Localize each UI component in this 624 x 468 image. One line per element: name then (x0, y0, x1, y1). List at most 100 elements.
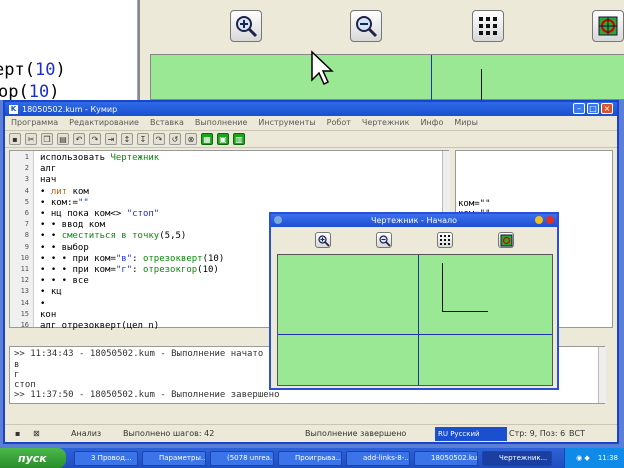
code-line[interactable]: • кц (40, 287, 62, 297)
code-token: : (132, 265, 143, 275)
output-line: стоп (14, 380, 36, 390)
taskbar-item[interactable]: 18050502.kum (414, 451, 478, 466)
grid-button[interactable] (472, 10, 504, 42)
line-number: 7 (24, 220, 29, 229)
line-number: 11 (20, 265, 29, 273)
line-number: 12 (20, 276, 29, 285)
code-line[interactable]: • лит ком (40, 187, 89, 197)
status-mode: Анализ (71, 429, 102, 438)
background-drawing-canvas[interactable] (150, 54, 624, 101)
language-label: RU Русский (438, 430, 480, 438)
step-into-icon[interactable]: ↧ (137, 133, 149, 145)
indent-icon[interactable]: ⇥ (105, 133, 117, 145)
code-token: • ком:= (40, 197, 78, 208)
menu-robot[interactable]: Робот (327, 118, 351, 127)
step-over-icon[interactable]: ↷ (153, 133, 165, 145)
drawer-canvas[interactable] (277, 254, 553, 386)
drawer-fit-view-button[interactable] (498, 232, 514, 248)
minimize-button[interactable]: – (573, 103, 585, 114)
code-line[interactable]: алг (40, 164, 56, 174)
code-token: • • • при ком= (40, 253, 116, 264)
menu-worlds[interactable]: Миры (454, 118, 478, 127)
menu-run[interactable]: Выполнение (195, 118, 248, 127)
taskbar-item[interactable]: 3 Провод... (74, 451, 138, 466)
code-line[interactable]: нач (40, 175, 56, 185)
line-number: 15 (20, 309, 29, 318)
close-status-icon[interactable]: ⊠ (33, 429, 40, 438)
taskbar-item[interactable]: (5078 unrea... (210, 451, 274, 466)
fit-view-icon (500, 234, 512, 246)
output-vertical-scrollbar[interactable] (598, 347, 606, 403)
start-button[interactable]: пуск (0, 448, 66, 468)
code-line[interactable]: • • • при ком="в": отрезокверт(10) (40, 254, 224, 264)
save-icon[interactable]: ▪ (9, 133, 21, 145)
taskbar-item[interactable]: Параметры... (142, 451, 206, 466)
maximize-button[interactable]: □ (587, 103, 599, 114)
taskbar-item-active[interactable]: Чертежник... (482, 451, 552, 466)
drawn-vertical-segment (442, 263, 443, 311)
menu-edit[interactable]: Редактирование (69, 118, 139, 127)
stop-icon[interactable]: ⊗ (185, 133, 197, 145)
undo-icon[interactable]: ↶ (73, 133, 85, 145)
grid-layout-icon[interactable]: ▦ (201, 133, 213, 145)
x-axis-line (278, 334, 552, 335)
close-icon[interactable] (546, 216, 554, 224)
minimize-icon[interactable] (535, 216, 543, 224)
mouse-cursor-icon (311, 50, 334, 86)
window-menu-icon[interactable] (274, 216, 282, 224)
line-number: 1 (24, 153, 29, 161)
drawer-zoom-in-button[interactable] (315, 232, 331, 248)
single-window-icon[interactable]: ▣ (217, 133, 229, 145)
language-indicator[interactable]: RU Русский (435, 427, 507, 441)
menu-program[interactable]: Программа (11, 118, 58, 127)
menu-info[interactable]: Инфо (420, 118, 443, 127)
zoom-in-button[interactable] (230, 10, 262, 42)
code-line[interactable]: • • • все (40, 276, 89, 286)
drawer-grid-button[interactable] (437, 232, 453, 248)
taskbar-item[interactable]: add-links-8-... (346, 451, 410, 466)
status-bar: ▪ ⊠ Анализ Выполнено шагов: 42 Выполнени… (5, 424, 617, 442)
code-line[interactable]: • • сместиться в точку(5,5) (40, 231, 186, 241)
code-line[interactable]: кон (40, 310, 56, 320)
main-title-bar[interactable]: K 18050502.kum - Кумир – □ × (5, 102, 617, 116)
code-token: отрезокгор (142, 265, 198, 275)
split-window-icon[interactable]: ▥ (233, 133, 245, 145)
line-number: 5 (24, 197, 29, 206)
save-status-icon[interactable]: ▪ (15, 429, 20, 438)
code-line[interactable]: • (40, 299, 51, 309)
code-line[interactable]: использовать Чертежник (40, 153, 159, 163)
code-token: алг (40, 164, 57, 175)
paste-icon[interactable]: ▤ (57, 133, 69, 145)
code-token: (5,5) (159, 231, 187, 242)
menu-drawer[interactable]: Чертежник (362, 118, 410, 127)
code-line[interactable]: • • ввод ком (40, 220, 105, 230)
code-token: • нц пока ком<> (40, 209, 127, 219)
code-token: • • выбор (40, 242, 89, 253)
taskbar-item[interactable]: Проигрыва... (278, 451, 342, 466)
code-line[interactable]: • ком:="" (40, 198, 89, 208)
drawer-zoom-out-button[interactable] (376, 232, 392, 248)
run-step-icon[interactable]: ↕ (121, 133, 133, 145)
step-out-icon[interactable]: ↺ (169, 133, 181, 145)
tray-icons[interactable]: ◉ ◆ (576, 454, 590, 462)
menu-insert[interactable]: Вставка (150, 118, 184, 127)
line-number: 13 (20, 287, 29, 296)
output-line: >> 11:37:50 - 18050502.kum - Выполнение … (14, 390, 280, 400)
taskbar: пуск 3 Провод... Параметры... (5078 unre… (0, 448, 624, 468)
copy-icon[interactable]: ❐ (41, 133, 53, 145)
menu-tools[interactable]: Инструменты (258, 118, 315, 127)
redo-icon[interactable]: ↷ (89, 133, 101, 145)
zoom-out-button[interactable] (350, 10, 382, 42)
cut-icon[interactable]: ✂ (25, 133, 37, 145)
code-line[interactable]: • нц пока ком<> "стоп" (40, 209, 159, 219)
code-line[interactable]: • • выбор (40, 243, 89, 253)
line-number: 2 (24, 164, 29, 173)
code-token: отрезокверт (142, 253, 203, 264)
drawer-title-bar[interactable]: Чертежник - Начало (271, 214, 557, 227)
code-token: (10) (202, 253, 225, 264)
code-line[interactable]: • • • при ком="г": отрезокгор(10) (40, 265, 219, 275)
fit-view-button[interactable] (592, 10, 624, 42)
variable-value: ком="" (458, 199, 491, 209)
close-button[interactable]: × (601, 103, 613, 114)
code-line[interactable]: алг отрезокверт(цел n) (40, 321, 159, 331)
